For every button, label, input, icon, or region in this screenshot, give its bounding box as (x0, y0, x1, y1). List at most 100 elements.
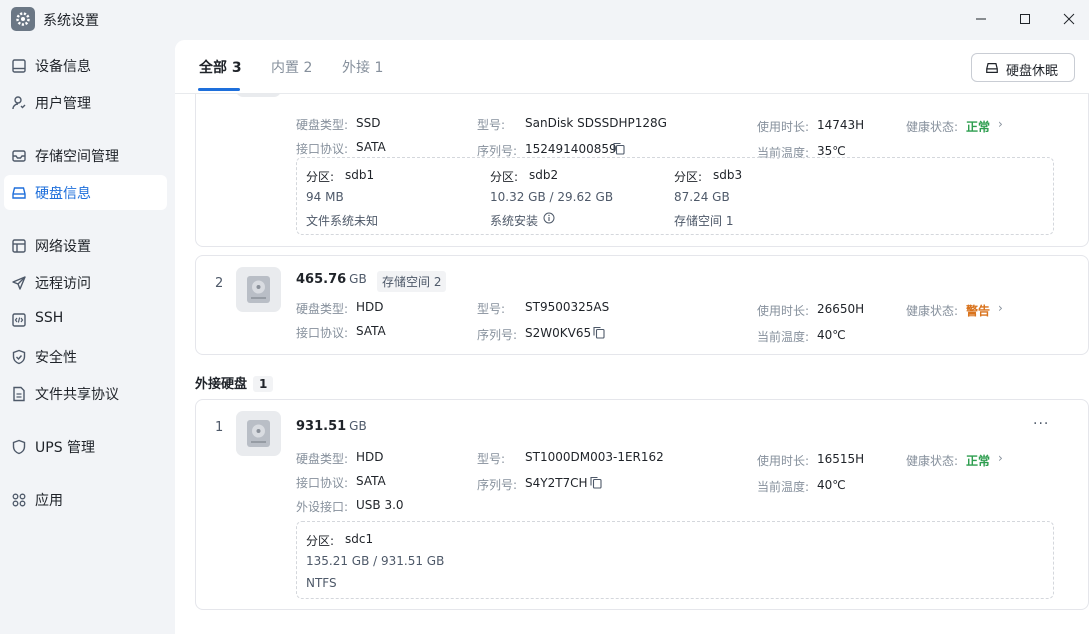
sidebar-item-label: 安全性 (35, 350, 77, 366)
network-icon (12, 239, 26, 253)
partition-size: 10.32 GB / 29.62 GB (490, 190, 614, 204)
usage-hours-value: 16515H (817, 452, 865, 466)
copy-icon[interactable] (590, 476, 602, 489)
partition-name: sdb1 (345, 168, 375, 182)
model-label: 型号: (477, 452, 506, 466)
sidebar-item-apps[interactable]: 应用 (4, 482, 167, 517)
health-status[interactable]: 警告 (966, 302, 990, 319)
interface-label: 接口协议: (296, 142, 349, 156)
health-status[interactable]: 正常 (966, 452, 990, 469)
partition-box: 分区: sdb1 94 MB 文件系统未知 分区: sdb2 10.32 GB … (296, 157, 1054, 235)
more-options-icon[interactable]: ··· (1033, 416, 1049, 432)
disk-capacity: 465.76 GB (296, 272, 367, 287)
usage-hours-value: 14743H (817, 118, 865, 132)
model-label: 型号: (477, 302, 506, 316)
disk-type-value: HDD (356, 300, 384, 314)
sidebar-item-label: 网络设置 (35, 239, 91, 255)
sidebar-item-label: 硬盘信息 (35, 186, 91, 202)
chevron-right-icon[interactable]: › (998, 301, 1003, 315)
partition-size: 94 MB (306, 190, 344, 204)
interface-value: SATA (356, 324, 386, 338)
serial-label: 序列号: (477, 478, 518, 492)
storage-icon (12, 150, 26, 162)
disk-type-label: 硬盘类型: (296, 118, 349, 132)
copy-icon[interactable] (613, 142, 625, 155)
disk-sleep-label: 硬盘休眠 (1006, 64, 1059, 79)
partition-label: 分区: (490, 170, 519, 184)
disk-sleep-button[interactable]: 硬盘休眠 (971, 53, 1075, 82)
model-value: SanDisk SDSSDHP128G (525, 116, 667, 130)
sidebar-item-storage[interactable]: 存储空间管理 (4, 138, 167, 173)
sidebar-item-file-sharing[interactable]: 文件共享协议 (4, 376, 167, 411)
interface-label: 接口协议: (296, 476, 349, 490)
title-bar: 系统设置 (0, 0, 1089, 38)
tab-internal[interactable]: 内置 2 (271, 57, 312, 77)
usage-hours-label: 使用时长: (757, 454, 810, 468)
temperature-label: 当前温度: (757, 480, 810, 494)
sidebar-item-ups[interactable]: UPS 管理 (4, 429, 167, 464)
partition-label: 分区: (306, 170, 335, 184)
window-title: 系统设置 (43, 13, 99, 29)
tab-underline (198, 88, 240, 91)
temperature-value: 35℃ (817, 144, 846, 158)
storage-pool-badge: 存储空间 2 (377, 271, 447, 292)
user-icon (12, 96, 26, 110)
ext-port-value: USB 3.0 (356, 498, 404, 512)
temperature-value: 40℃ (817, 328, 846, 342)
interface-value: SATA (356, 140, 386, 154)
health-status[interactable]: 正常 (966, 118, 990, 135)
copy-icon[interactable] (593, 326, 605, 339)
sidebar-item-label: 存储空间管理 (35, 149, 119, 165)
tab-all[interactable]: 全部 3 (199, 57, 242, 77)
temperature-label: 当前温度: (757, 330, 810, 344)
partition-size: 135.21 GB / 931.51 GB (306, 554, 445, 568)
disk-type-value: HDD (356, 450, 384, 464)
settings-gear-icon (11, 7, 35, 31)
tab-external[interactable]: 外接 1 (342, 57, 383, 77)
minimize-button[interactable] (966, 6, 996, 32)
disk-card: 1 931.51 GB ··· 硬盘类型: HDD 接口协议: SATA 外设接口… (195, 399, 1089, 610)
apps-icon (12, 493, 26, 507)
sidebar-item-users[interactable]: 用户管理 (4, 85, 167, 120)
usage-hours-value: 26650H (817, 302, 865, 316)
disk-icon (12, 187, 26, 199)
section-title: 外接硬盘 (195, 377, 248, 392)
disk-capacity: 931.51 GB (296, 419, 367, 434)
model-value: ST9500325AS (525, 300, 610, 314)
ext-port-label: 外设接口: (296, 500, 349, 514)
sidebar-item-remote-access[interactable]: 远程访问 (4, 265, 167, 300)
sidebar-item-disk-info[interactable]: 硬盘信息 (4, 175, 167, 210)
usage-hours-label: 使用时长: (757, 120, 810, 134)
partition-fs: 系统安装 (490, 214, 539, 228)
chevron-right-icon[interactable]: › (998, 117, 1003, 131)
partition-name: sdb3 (713, 168, 743, 182)
interface-label: 接口协议: (296, 326, 349, 340)
partition-fs: NTFS (306, 576, 337, 590)
close-button[interactable] (1054, 6, 1084, 32)
disk-index: 1 (215, 420, 224, 435)
sidebar-item-label: 设备信息 (35, 59, 91, 75)
sidebar-item-label: 应用 (35, 493, 63, 509)
sidebar-item-network[interactable]: 网络设置 (4, 228, 167, 263)
partition-label: 分区: (306, 534, 335, 548)
partition-label: 分区: (674, 170, 703, 184)
serial-value: 152491400859 (525, 142, 617, 156)
partition-name: sdc1 (345, 532, 374, 546)
interface-value: SATA (356, 474, 386, 488)
partition-fs: 文件系统未知 (306, 214, 379, 228)
sidebar-item-label: SSH (35, 310, 64, 326)
maximize-button[interactable] (1010, 6, 1040, 32)
info-icon[interactable] (543, 212, 555, 224)
capacity-unit: GB (349, 272, 367, 286)
disk-index: 2 (215, 276, 224, 291)
code-icon (12, 313, 26, 327)
usage-hours-label: 使用时长: (757, 304, 810, 318)
sidebar-item-security[interactable]: 安全性 (4, 339, 167, 374)
sidebar-item-ssh[interactable]: SSH (4, 302, 167, 337)
partition-size: 87.24 GB (674, 190, 730, 204)
health-label: 健康状态: (906, 304, 959, 318)
temperature-value: 40℃ (817, 478, 846, 492)
chevron-right-icon[interactable]: › (998, 451, 1003, 465)
sidebar-item-device-info[interactable]: 设备信息 (4, 48, 167, 83)
model-label: 型号: (477, 118, 506, 132)
